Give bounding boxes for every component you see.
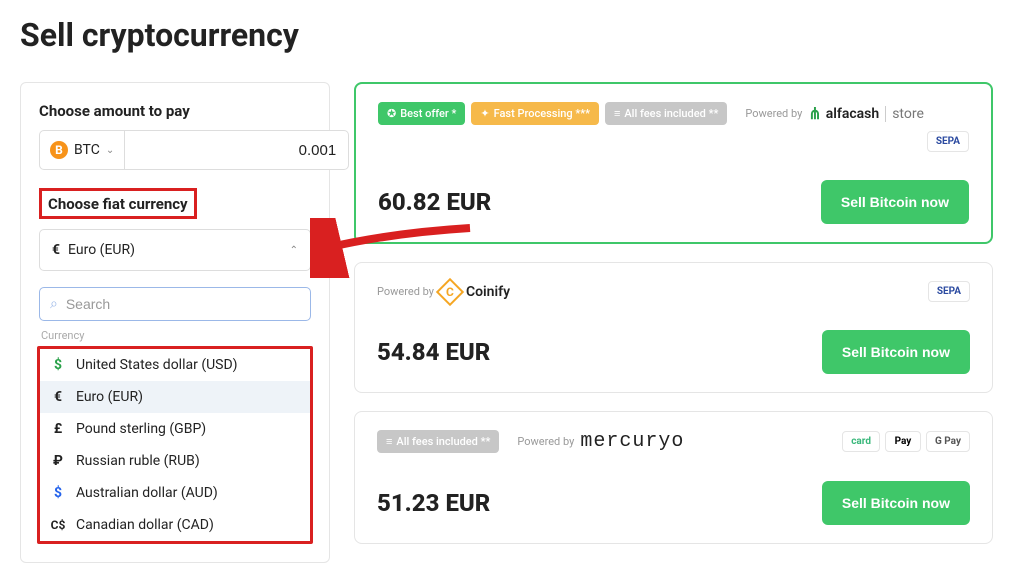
sell-form-panel: Choose amount to pay B BTC ⌄ Choose fiat… <box>20 82 330 563</box>
alfacash-mark-icon: ⋔ <box>808 104 821 123</box>
dollar-icon: $ <box>50 357 66 373</box>
badge-text: Fast Processing *** <box>494 107 590 120</box>
sell-button[interactable]: Sell Bitcoin now <box>822 330 970 374</box>
currency-search-wrap[interactable]: ⌕ <box>39 287 311 321</box>
fiat-selected-label: Euro (EUR) <box>68 242 135 258</box>
currency-name: United States dollar (USD) <box>76 357 238 373</box>
offer-price: 54.84 EUR <box>377 338 490 366</box>
sell-button[interactable]: Sell Bitcoin now <box>822 481 970 525</box>
chevron-up-icon: ⌃ <box>290 245 298 256</box>
brand-name: coinify <box>466 284 510 300</box>
badge-text: All fees included ** <box>396 435 490 448</box>
currency-name: Pound sterling (GBP) <box>76 421 206 437</box>
offer-card-mercuryo: ≡ All fees included ** Powered by mercur… <box>354 411 993 544</box>
fiat-label-highlight: Choose fiat currency <box>39 188 197 219</box>
euro-icon: € <box>50 389 66 405</box>
powered-by-label: Powered by <box>377 285 434 298</box>
currency-item-gbp[interactable]: £ Pound sterling (GBP) <box>40 413 310 445</box>
alfacash-logo: ⋔ alfacash store <box>808 104 924 123</box>
page-title: Sell cryptocurrency <box>20 16 993 54</box>
list-icon: ≡ <box>386 435 392 448</box>
fiat-label: Choose fiat currency <box>48 195 188 213</box>
amount-input[interactable] <box>125 130 349 170</box>
powered-by-label: Powered by <box>517 435 574 448</box>
bolt-icon: ✦ <box>480 107 489 120</box>
pound-icon: £ <box>50 421 66 437</box>
fees-included-badge: ≡ All fees included ** <box>605 102 727 125</box>
currency-item-eur[interactable]: € Euro (EUR) <box>40 381 310 413</box>
list-icon: ≡ <box>614 107 620 120</box>
currency-search-input[interactable] <box>66 296 300 312</box>
offer-card-coinify: Powered by C coinify SEPA 54.84 EUR Sell… <box>354 262 993 393</box>
badge-text: All fees included ** <box>624 107 718 120</box>
currency-item-rub[interactable]: ₽ Russian ruble (RUB) <box>40 445 310 477</box>
currency-name: Russian ruble (RUB) <box>76 453 200 469</box>
fast-processing-badge: ✦ Fast Processing *** <box>471 102 599 125</box>
mercuryo-logo: mercuryo <box>580 430 684 453</box>
alfacash-store-label: store <box>885 106 924 122</box>
badge-text: Best offer * <box>400 107 456 120</box>
offer-price: 51.23 EUR <box>377 489 490 517</box>
offer-card-alfacash: ✪ Best offer * ✦ Fast Processing *** ≡ A… <box>354 82 993 244</box>
amount-label: Choose amount to pay <box>39 102 190 120</box>
currency-list-highlight: $ United States dollar (USD) € Euro (EUR… <box>37 346 313 544</box>
currency-name: Canadian dollar (CAD) <box>76 517 214 533</box>
dollar-icon: $ <box>50 485 66 501</box>
powered-by-label: Powered by <box>745 107 802 120</box>
currency-name: Australian dollar (AUD) <box>76 485 218 501</box>
coinify-mark-icon: C <box>436 277 464 305</box>
currency-item-cad[interactable]: C$ Canadian dollar (CAD) <box>40 509 310 541</box>
currency-name: Euro (EUR) <box>76 389 143 405</box>
payment-method-sepa: SEPA <box>928 281 970 302</box>
fiat-select[interactable]: € Euro (EUR) ⌃ <box>39 229 311 271</box>
payment-method-card: card <box>842 431 880 452</box>
bitcoin-icon: B <box>50 141 68 159</box>
euro-icon: € <box>52 242 60 258</box>
payment-method-gpay: G Pay <box>926 431 970 452</box>
sell-button[interactable]: Sell Bitcoin now <box>821 180 969 224</box>
currency-item-usd[interactable]: $ United States dollar (USD) <box>40 349 310 381</box>
fees-included-badge: ≡ All fees included ** <box>377 430 499 453</box>
currency-list-heading: Currency <box>41 329 311 342</box>
offers-panel: ✪ Best offer * ✦ Fast Processing *** ≡ A… <box>354 82 993 544</box>
payment-method-applepay: Pay <box>885 431 921 452</box>
coinify-logo: C coinify <box>440 282 510 302</box>
dollar-icon: C$ <box>50 518 66 532</box>
search-icon: ⌕ <box>50 296 58 312</box>
offer-price: 60.82 EUR <box>378 188 491 216</box>
best-offer-badge: ✪ Best offer * <box>378 102 465 125</box>
currency-item-aud[interactable]: $ Australian dollar (AUD) <box>40 477 310 509</box>
payment-method-sepa: SEPA <box>927 131 969 152</box>
shield-icon: ✪ <box>387 107 396 120</box>
chevron-down-icon: ⌄ <box>106 145 114 156</box>
crypto-select[interactable]: B BTC ⌄ <box>39 130 125 170</box>
crypto-symbol: BTC <box>74 142 100 158</box>
brand-name: alfacash <box>826 106 879 122</box>
ruble-icon: ₽ <box>50 453 66 469</box>
